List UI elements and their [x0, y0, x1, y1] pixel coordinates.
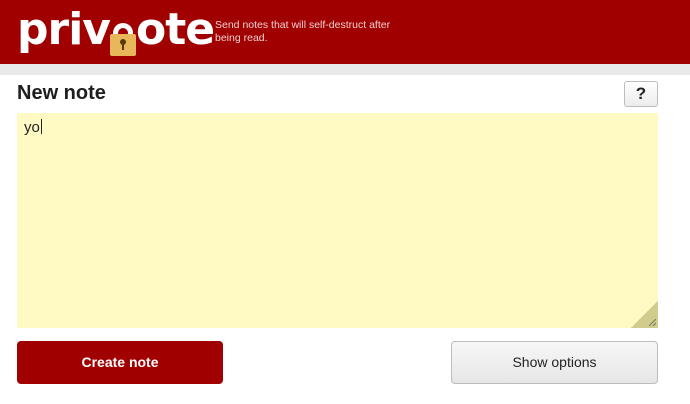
resize-handle-icon[interactable] [649, 319, 656, 326]
note-text: yo [24, 119, 40, 136]
privnote-logo[interactable]: priv ote [17, 4, 215, 58]
site-tagline: Send notes that will self-destruct after… [215, 19, 391, 44]
logo-text-end: ote [135, 4, 215, 55]
page-title: New note [17, 82, 106, 104]
logo-text-start: priv [17, 4, 111, 55]
text-cursor [40, 119, 42, 134]
site-header: priv ote Send notes that will self-destr… [0, 0, 690, 64]
help-button[interactable]: ? [624, 81, 658, 107]
create-note-button[interactable]: Create note [17, 341, 223, 384]
show-options-button[interactable]: Show options [451, 341, 658, 384]
header-divider [0, 64, 690, 75]
note-textarea[interactable]: yo [17, 113, 658, 328]
padlock-icon [109, 6, 136, 56]
